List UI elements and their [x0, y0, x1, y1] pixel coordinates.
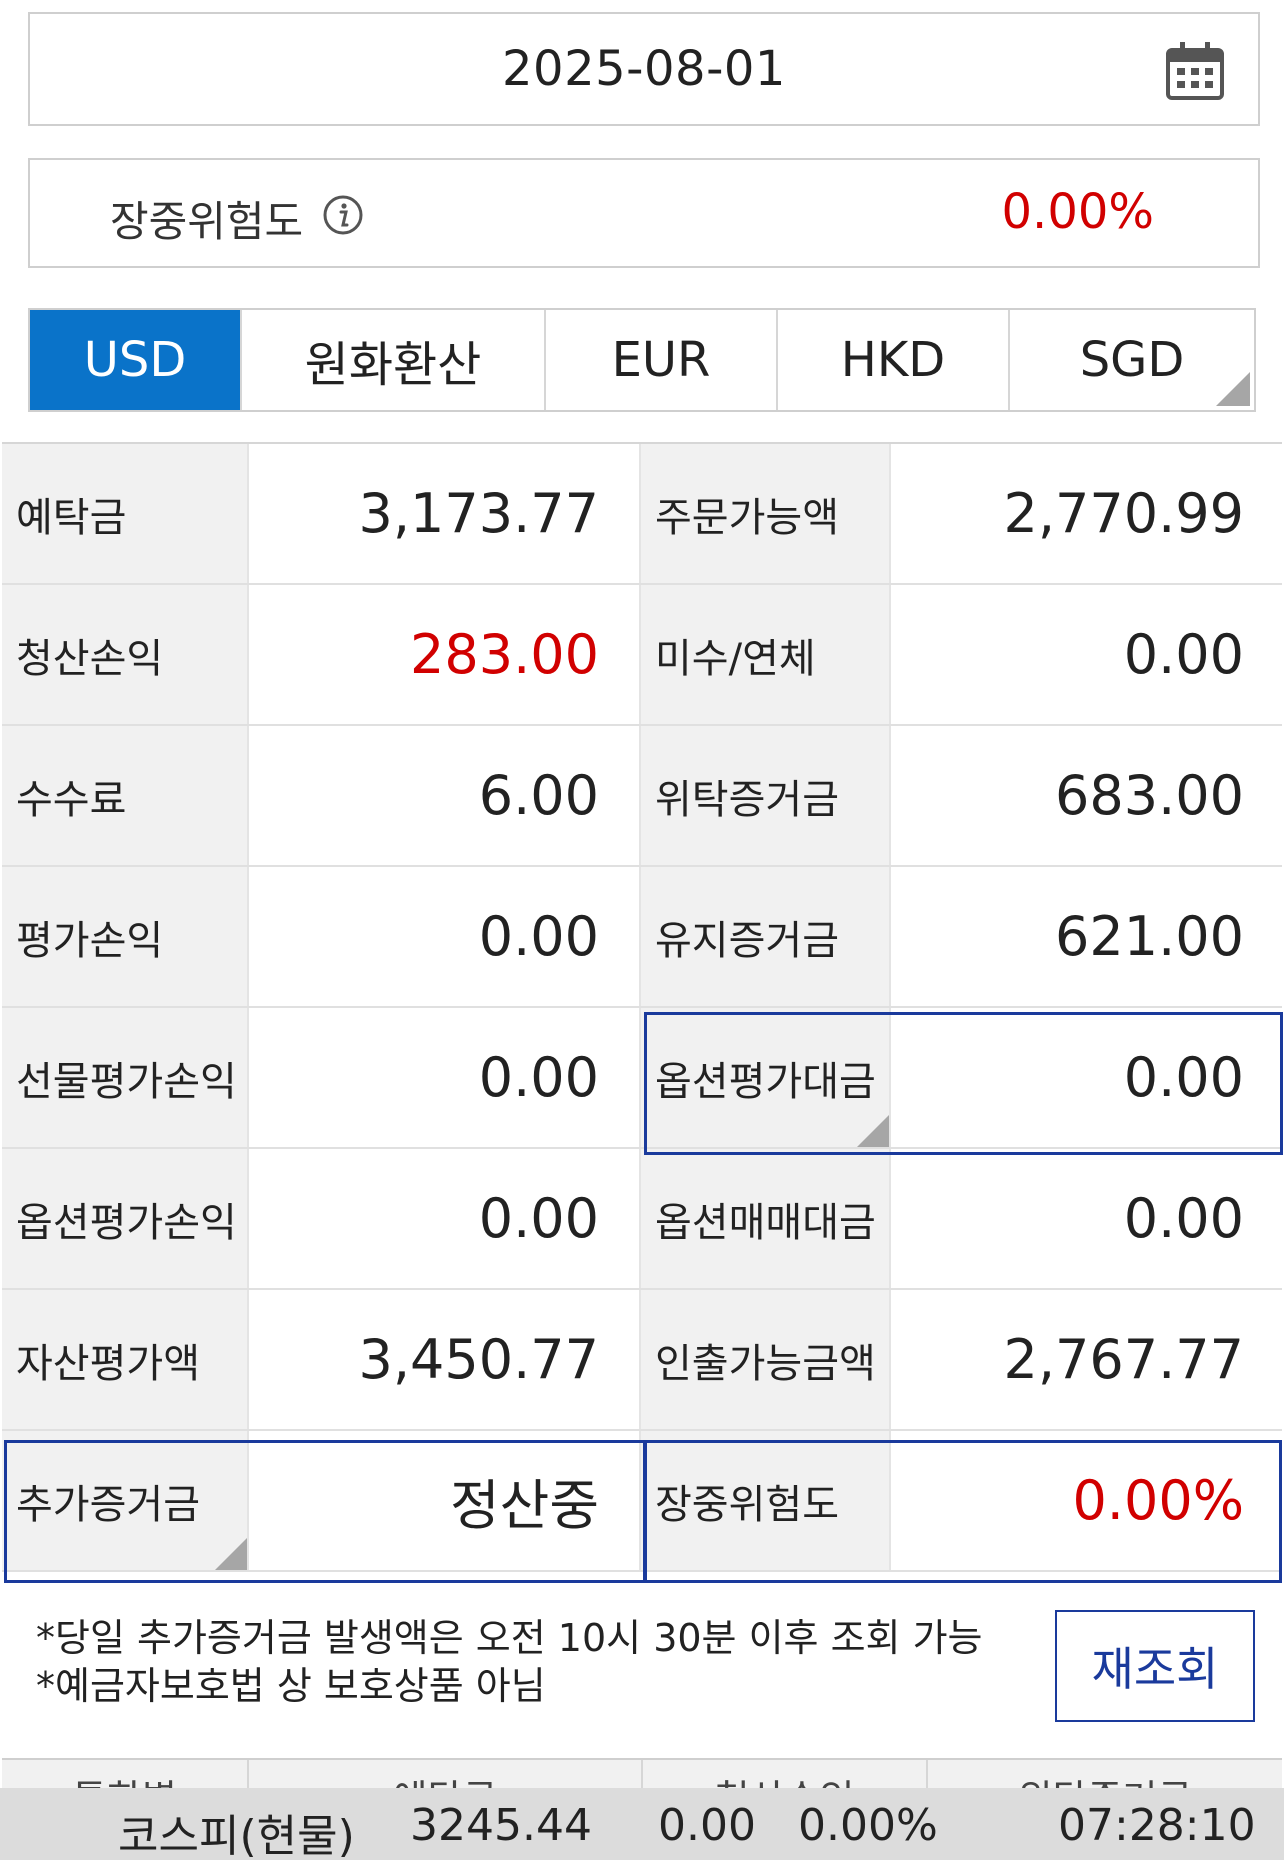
- tab-usd[interactable]: USD: [30, 310, 242, 410]
- value-futures-unrealized-pnl: 0.00: [249, 1008, 641, 1147]
- label-additional-margin-text: 추가증거금: [16, 1481, 200, 1528]
- value-initial-margin: 683.00: [891, 726, 1282, 865]
- label-orderable-amount: 주문가능액: [641, 444, 891, 583]
- value-option-valuation: 0.00: [891, 1008, 1282, 1147]
- tab-sgd-label: SGD: [1079, 332, 1185, 388]
- table-row: 자산평가액 3,450.77 인출가능금액 2,767.77: [2, 1290, 1282, 1431]
- label-futures-unrealized-pnl: 선물평가손익: [2, 1008, 249, 1147]
- value-option-unrealized-pnl: 0.00: [249, 1149, 641, 1288]
- label-deposit: 예탁금: [2, 444, 249, 583]
- risk-label: 장중위험도: [110, 197, 304, 246]
- balance-grid: 예탁금 3,173.77 주문가능액 2,770.99 청산손익 283.00 …: [2, 442, 1282, 1572]
- table-row: 평가손익 0.00 유지증거금 621.00: [2, 867, 1282, 1008]
- notice-line-1: *당일 추가증거금 발생액은 오전 10시 30분 이후 조회 가능: [36, 1616, 983, 1660]
- account-deposit-screen: 2025-08-01 장중위험도 0.00% USD 원화환산 EUR HKD …: [0, 0, 1284, 1860]
- table-row: 예탁금 3,173.77 주문가능액 2,770.99: [2, 444, 1282, 585]
- label-option-valuation[interactable]: 옵션평가대금: [641, 1008, 891, 1147]
- ticker-name: 코스피(현물): [118, 1811, 355, 1860]
- label-option-trade-amount: 옵션매매대금: [641, 1149, 891, 1288]
- risk-value: 0.00%: [1001, 184, 1154, 240]
- notice-text: *당일 추가증거금 발생액은 오전 10시 30분 이후 조회 가능 *예금자보…: [36, 1614, 983, 1710]
- dropdown-corner-icon: [215, 1538, 247, 1570]
- dropdown-corner-icon: [857, 1115, 889, 1147]
- ticker-change: 0.00: [658, 1800, 756, 1851]
- label-asset-valuation: 자산평가액: [2, 1290, 249, 1429]
- table-row: 추가증거금 정산중 장중위험도 0.00%: [2, 1431, 1282, 1572]
- value-unrealized-pnl: 0.00: [249, 867, 641, 1006]
- table-row: 수수료 6.00 위탁증거금 683.00: [2, 726, 1282, 867]
- label-unpaid-overdue: 미수/연체: [641, 585, 891, 724]
- label-unrealized-pnl: 평가손익: [2, 867, 249, 1006]
- info-icon[interactable]: [322, 194, 364, 236]
- calendar-icon[interactable]: [1164, 40, 1226, 102]
- currency-tabs: USD 원화환산 EUR HKD SGD: [28, 308, 1256, 412]
- date-picker[interactable]: 2025-08-01: [28, 12, 1260, 126]
- value-intraday-risk: 0.00%: [891, 1431, 1282, 1570]
- value-maintenance-margin: 621.00: [891, 867, 1282, 1006]
- label-maintenance-margin: 유지증거금: [641, 867, 891, 1006]
- value-fee: 6.00: [249, 726, 641, 865]
- value-orderable-amount: 2,770.99: [891, 444, 1282, 583]
- reload-button[interactable]: 재조회: [1055, 1610, 1255, 1722]
- value-realized-pnl: 283.00: [249, 585, 641, 724]
- tab-eur[interactable]: EUR: [546, 310, 778, 410]
- label-withdrawable-amount: 인출가능금액: [641, 1290, 891, 1429]
- label-option-valuation-text: 옵션평가대금: [655, 1058, 876, 1105]
- ticker-price: 3245.44: [410, 1800, 592, 1851]
- label-option-unrealized-pnl: 옵션평가손익: [2, 1149, 249, 1288]
- value-option-trade-amount: 0.00: [891, 1149, 1282, 1288]
- table-row: 청산손익 283.00 미수/연체 0.00: [2, 585, 1282, 726]
- label-fee: 수수료: [2, 726, 249, 865]
- tab-krw-converted[interactable]: 원화환산: [242, 310, 546, 410]
- label-realized-pnl: 청산손익: [2, 585, 249, 724]
- notice-line-2: *예금자보호법 상 보호상품 아님: [36, 1664, 546, 1708]
- value-asset-valuation: 3,450.77: [249, 1290, 641, 1429]
- value-unpaid-overdue: 0.00: [891, 585, 1282, 724]
- tab-hkd[interactable]: HKD: [778, 310, 1010, 410]
- value-withdrawable-amount: 2,767.77: [891, 1290, 1282, 1429]
- label-additional-margin[interactable]: 추가증거금: [2, 1431, 249, 1570]
- label-initial-margin: 위탁증거금: [641, 726, 891, 865]
- value-deposit: 3,173.77: [249, 444, 641, 583]
- risk-summary: 장중위험도 0.00%: [28, 158, 1260, 268]
- table-row: 옵션평가손익 0.00 옵션매매대금 0.00: [2, 1149, 1282, 1290]
- tab-sgd[interactable]: SGD: [1010, 310, 1254, 410]
- value-additional-margin: 정산중: [249, 1431, 641, 1570]
- ticker-time: 07:28:10: [1058, 1800, 1256, 1851]
- date-value: 2025-08-01: [502, 41, 786, 97]
- dropdown-corner-icon: [1216, 372, 1250, 406]
- market-ticker-bar[interactable]: 코스피(현물) 3245.44 0.00 0.00% 07:28:10: [0, 1788, 1284, 1860]
- table-row: 선물평가손익 0.00 옵션평가대금 0.00: [2, 1008, 1282, 1149]
- ticker-change-pct: 0.00%: [798, 1800, 938, 1851]
- label-intraday-risk: 장중위험도: [641, 1431, 891, 1570]
